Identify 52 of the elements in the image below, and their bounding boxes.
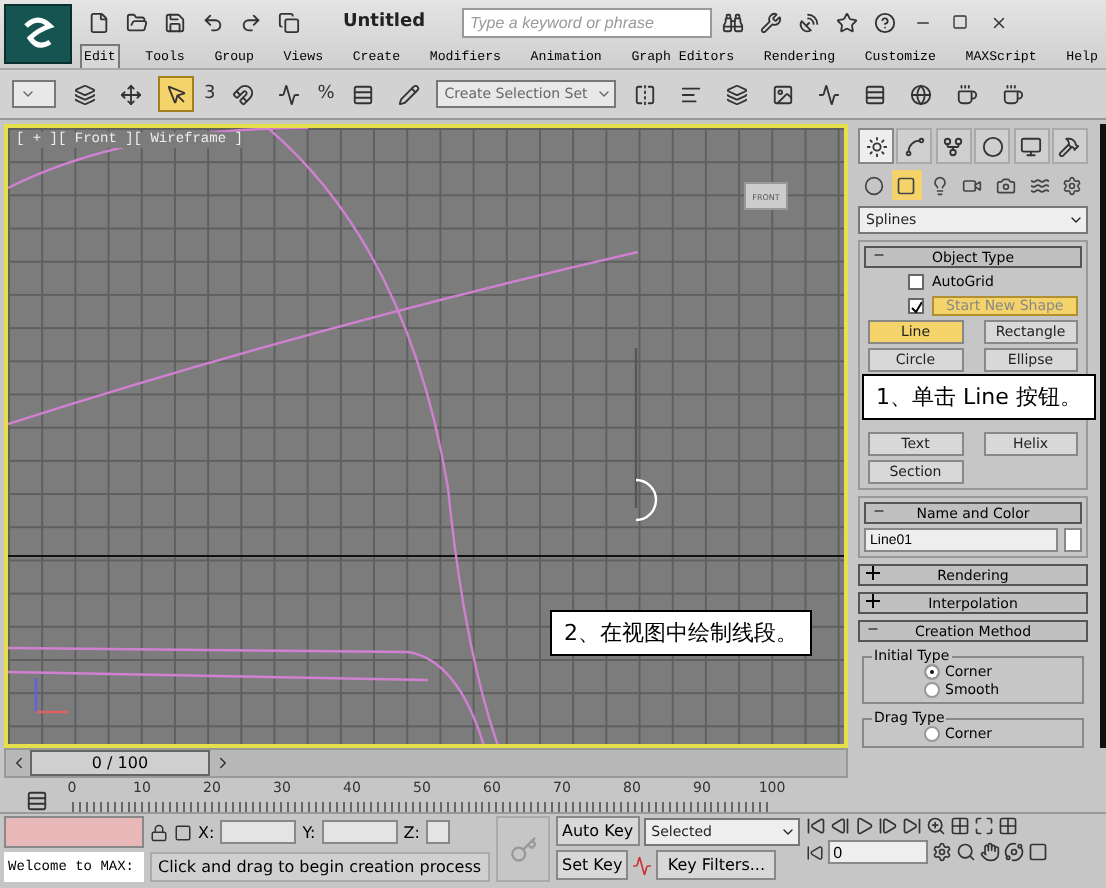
zoom-extents-icon[interactable] — [973, 816, 994, 836]
color-swatch[interactable] — [1064, 528, 1082, 552]
filter-dropdown[interactable] — [12, 80, 56, 108]
coordinate-field[interactable] — [425, 820, 450, 844]
select-object-icon[interactable] — [158, 76, 194, 112]
hierarchy-icon[interactable] — [935, 128, 972, 164]
shape-icon[interactable] — [891, 170, 922, 200]
curve-icon[interactable] — [896, 128, 933, 164]
time-ruler[interactable] — [72, 802, 772, 812]
set-key-button[interactable]: Set Key — [556, 850, 629, 880]
zoom-region-icon[interactable] — [955, 842, 976, 862]
hammer-icon[interactable] — [1051, 128, 1088, 164]
coordinate-field[interactable] — [321, 820, 398, 844]
plus-icon — [866, 566, 880, 580]
orbit-icon[interactable] — [1003, 842, 1024, 862]
time-slider-thumb[interactable]: 0 / 100 — [30, 750, 210, 776]
checkbox[interactable] — [908, 274, 924, 290]
key-filters-button[interactable]: Key Filters... — [656, 850, 777, 880]
auto-key-button[interactable]: Auto Key — [556, 816, 640, 846]
play-icon[interactable] — [853, 816, 874, 836]
sun-icon[interactable] — [858, 128, 894, 164]
monitor-icon[interactable] — [1013, 128, 1050, 164]
checkbox[interactable] — [908, 298, 924, 314]
coordinate-label: Z: — [403, 823, 420, 841]
app-logo[interactable] — [4, 4, 72, 64]
window-title: Untitled — [340, 12, 428, 32]
coordinate-field[interactable] — [220, 820, 297, 844]
radio-button[interactable] — [923, 682, 939, 698]
percent-snap-label[interactable]: % — [317, 84, 335, 104]
coordinate-label: Y: — [302, 823, 316, 841]
minus-icon — [872, 504, 886, 518]
step-back-icon[interactable] — [829, 816, 850, 836]
frame-field[interactable]: 0 — [827, 840, 928, 864]
radio-button[interactable] — [923, 664, 939, 680]
coordinate-label: X: — [198, 823, 215, 841]
callout-note: 2、在视图中绘制线段。 — [550, 610, 812, 656]
prompt-text: Click and drag to begin creation process — [150, 852, 490, 882]
minus-icon — [866, 622, 880, 636]
pan-icon[interactable] — [979, 842, 1000, 862]
skip-forward-icon[interactable] — [901, 816, 922, 836]
angle-snap-label[interactable]: 3 — [204, 84, 216, 104]
search-field[interactable]: Type a keyword or phrase — [462, 7, 712, 37]
callout-note: 1、单击 Line 按钮。 — [862, 374, 1096, 420]
ring-icon[interactable] — [974, 128, 1011, 164]
step-forward-icon[interactable] — [877, 816, 898, 836]
lock-icon[interactable] — [150, 823, 168, 841]
minus-icon — [872, 248, 886, 262]
radio-button[interactable] — [923, 726, 939, 742]
skip-back-icon[interactable] — [805, 816, 826, 836]
plus-icon — [866, 594, 880, 608]
zoom-icon[interactable] — [925, 816, 946, 836]
grid-icon[interactable] — [997, 816, 1018, 836]
